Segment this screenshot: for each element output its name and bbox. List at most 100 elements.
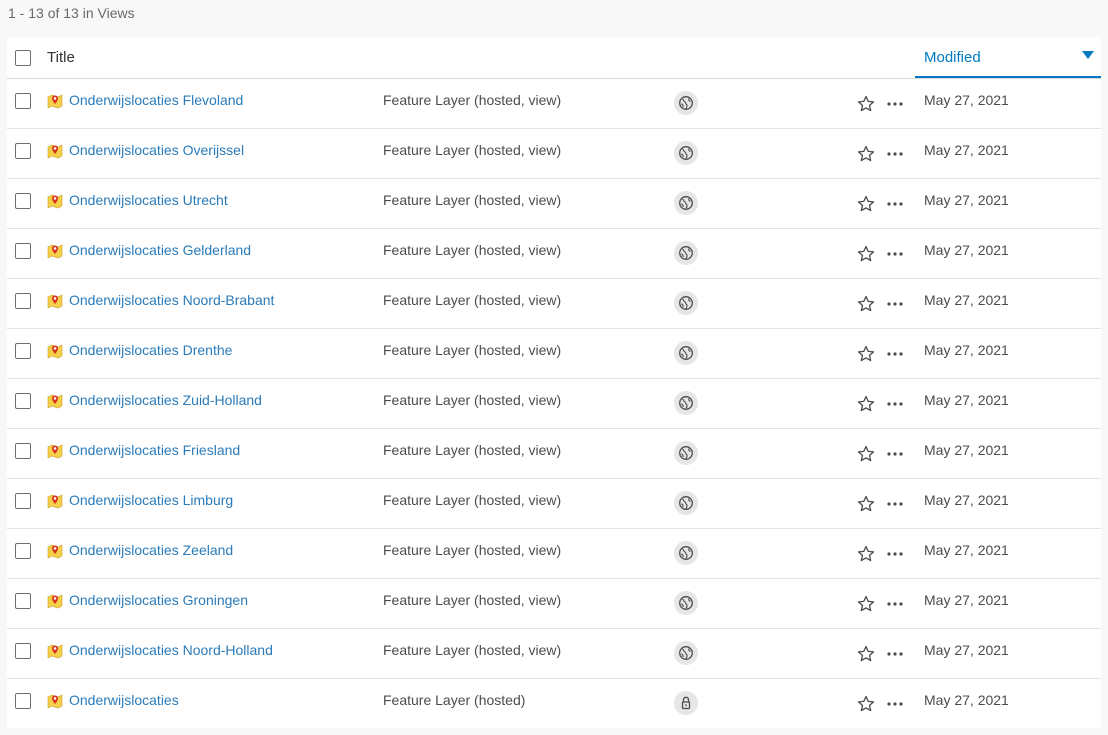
item-title-link[interactable]: Onderwijslocaties Zuid-Holland xyxy=(69,392,262,408)
globe-icon xyxy=(674,141,698,165)
item-type: Feature Layer (hosted, view) xyxy=(383,142,562,158)
feature-layer-icon xyxy=(47,343,63,359)
modified-date: May 27, 2021 xyxy=(924,592,1009,608)
row-checkbox[interactable] xyxy=(15,693,31,709)
modified-column-header[interactable]: Modified xyxy=(915,37,1101,78)
feature-layer-icon xyxy=(47,593,63,609)
item-type: Feature Layer (hosted, view) xyxy=(383,442,562,458)
modified-date: May 27, 2021 xyxy=(924,642,1009,658)
star-icon[interactable] xyxy=(856,194,876,214)
table-row: Onderwijslocaties Zuid-Holland Feature L… xyxy=(7,379,1101,429)
more-options-icon[interactable] xyxy=(885,294,905,314)
modified-date: May 27, 2021 xyxy=(924,292,1009,308)
select-all-checkbox[interactable] xyxy=(15,50,31,66)
row-checkbox[interactable] xyxy=(15,443,31,459)
star-icon[interactable] xyxy=(856,444,876,464)
row-checkbox[interactable] xyxy=(15,543,31,559)
item-title-link[interactable]: Onderwijslocaties Zeeland xyxy=(69,542,233,558)
item-type: Feature Layer (hosted, view) xyxy=(383,542,562,558)
row-checkbox[interactable] xyxy=(15,93,31,109)
more-options-icon[interactable] xyxy=(885,694,905,714)
table-row: Onderwijslocaties Groningen Feature Laye… xyxy=(7,579,1101,629)
star-icon[interactable] xyxy=(856,244,876,264)
item-title-link[interactable]: Onderwijslocaties Overijssel xyxy=(69,142,244,158)
table-row: Onderwijslocaties Utrecht Feature Layer … xyxy=(7,179,1101,229)
modified-date: May 27, 2021 xyxy=(924,242,1009,258)
item-title-link[interactable]: Onderwijslocaties Groningen xyxy=(69,592,248,608)
title-column-header[interactable]: Title xyxy=(47,49,75,66)
star-icon[interactable] xyxy=(856,394,876,414)
item-type: Feature Layer (hosted, view) xyxy=(383,292,562,308)
table-row: Onderwijslocaties Noord-Brabant Feature … xyxy=(7,279,1101,329)
more-options-icon[interactable] xyxy=(885,144,905,164)
item-type: Feature Layer (hosted, view) xyxy=(383,592,562,608)
row-checkbox[interactable] xyxy=(15,393,31,409)
globe-icon xyxy=(674,591,698,615)
feature-layer-icon xyxy=(47,393,63,409)
more-options-icon[interactable] xyxy=(885,444,905,464)
more-options-icon[interactable] xyxy=(885,344,905,364)
feature-layer-icon xyxy=(47,693,63,709)
modified-date: May 27, 2021 xyxy=(924,442,1009,458)
sort-descending-icon[interactable] xyxy=(1082,51,1094,59)
star-icon[interactable] xyxy=(856,94,876,114)
feature-layer-icon xyxy=(47,493,63,509)
globe-icon xyxy=(674,391,698,415)
row-checkbox[interactable] xyxy=(15,643,31,659)
more-options-icon[interactable] xyxy=(885,494,905,514)
table-row: Onderwijslocaties Drenthe Feature Layer … xyxy=(7,329,1101,379)
feature-layer-icon xyxy=(47,643,63,659)
globe-icon xyxy=(674,441,698,465)
item-title-link[interactable]: Onderwijslocaties Drenthe xyxy=(69,342,232,358)
item-type: Feature Layer (hosted, view) xyxy=(383,192,562,208)
more-options-icon[interactable] xyxy=(885,194,905,214)
modified-date: May 27, 2021 xyxy=(924,342,1009,358)
globe-icon xyxy=(674,241,698,265)
star-icon[interactable] xyxy=(856,644,876,664)
table-row: Onderwijslocaties Overijssel Feature Lay… xyxy=(7,129,1101,179)
table-row: Onderwijslocaties Flevoland Feature Laye… xyxy=(7,79,1101,129)
feature-layer-icon xyxy=(47,443,63,459)
lock-icon xyxy=(674,691,698,715)
star-icon[interactable] xyxy=(856,144,876,164)
star-icon[interactable] xyxy=(856,694,876,714)
star-icon[interactable] xyxy=(856,294,876,314)
more-options-icon[interactable] xyxy=(885,594,905,614)
star-icon[interactable] xyxy=(856,594,876,614)
more-options-icon[interactable] xyxy=(885,394,905,414)
star-icon[interactable] xyxy=(856,344,876,364)
item-title-link[interactable]: Onderwijslocaties Noord-Brabant xyxy=(69,292,274,308)
more-options-icon[interactable] xyxy=(885,94,905,114)
item-title-link[interactable]: Onderwijslocaties Utrecht xyxy=(69,192,228,208)
globe-icon xyxy=(674,341,698,365)
item-type: Feature Layer (hosted, view) xyxy=(383,92,562,108)
more-options-icon[interactable] xyxy=(885,244,905,264)
feature-layer-icon xyxy=(47,143,63,159)
item-title-link[interactable]: Onderwijslocaties xyxy=(69,692,179,708)
row-checkbox[interactable] xyxy=(15,243,31,259)
more-options-icon[interactable] xyxy=(885,644,905,664)
feature-layer-icon xyxy=(47,93,63,109)
modified-date: May 27, 2021 xyxy=(924,492,1009,508)
row-checkbox[interactable] xyxy=(15,593,31,609)
item-title-link[interactable]: Onderwijslocaties Friesland xyxy=(69,442,240,458)
item-title-link[interactable]: Onderwijslocaties Gelderland xyxy=(69,242,251,258)
globe-icon xyxy=(674,291,698,315)
table-row: Onderwijslocaties Gelderland Feature Lay… xyxy=(7,229,1101,279)
row-checkbox[interactable] xyxy=(15,193,31,209)
modified-date: May 27, 2021 xyxy=(924,142,1009,158)
globe-icon xyxy=(674,191,698,215)
item-title-link[interactable]: Onderwijslocaties Flevoland xyxy=(69,92,243,108)
item-type: Feature Layer (hosted, view) xyxy=(383,392,562,408)
table-row: Onderwijslocaties Friesland Feature Laye… xyxy=(7,429,1101,479)
row-checkbox[interactable] xyxy=(15,143,31,159)
row-checkbox[interactable] xyxy=(15,493,31,509)
item-title-link[interactable]: Onderwijslocaties Noord-Holland xyxy=(69,642,273,658)
row-checkbox[interactable] xyxy=(15,343,31,359)
star-icon[interactable] xyxy=(856,544,876,564)
item-title-link[interactable]: Onderwijslocaties Limburg xyxy=(69,492,233,508)
more-options-icon[interactable] xyxy=(885,544,905,564)
globe-icon xyxy=(674,91,698,115)
row-checkbox[interactable] xyxy=(15,293,31,309)
star-icon[interactable] xyxy=(856,494,876,514)
